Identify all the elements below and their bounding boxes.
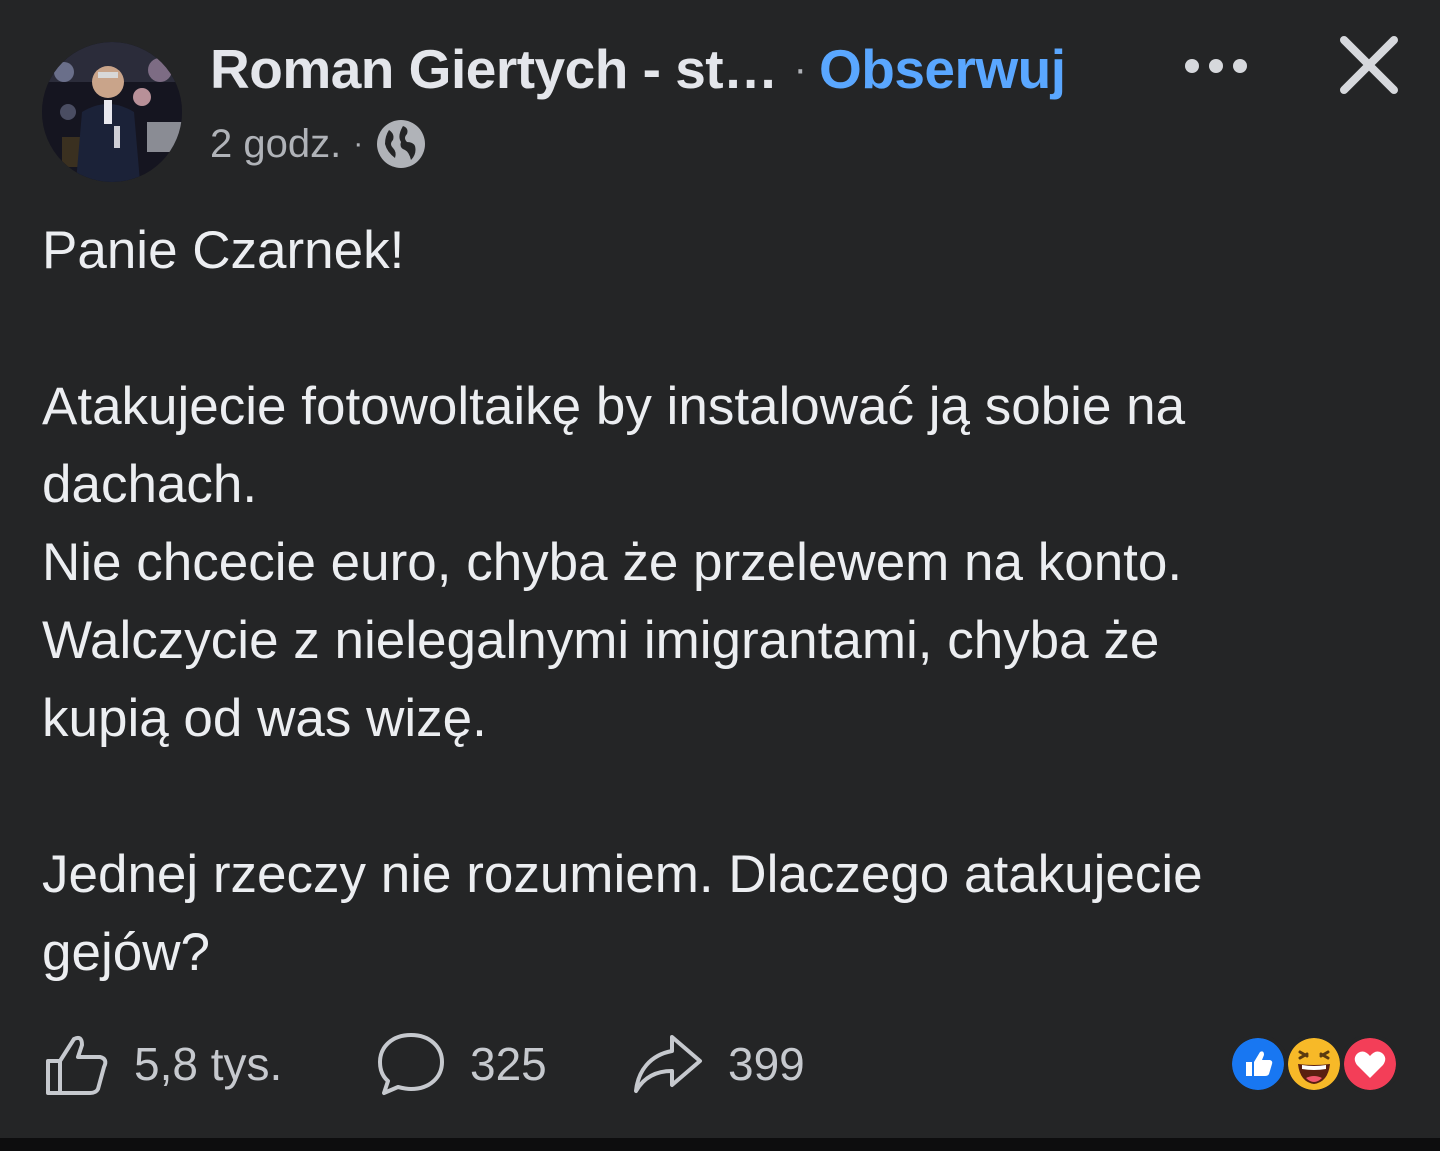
separator-dot: · (793, 46, 807, 91)
more-options-button[interactable] (1176, 44, 1256, 88)
bottom-divider (0, 1138, 1440, 1151)
comment-icon (378, 1033, 444, 1095)
comment-count: 325 (470, 1038, 547, 1090)
like-count: 5,8 tys. (134, 1038, 283, 1090)
post-line: Walczycie z nielegalnymi imigrantami, ch… (42, 611, 1160, 670)
post-line: gejów? (42, 923, 210, 982)
facebook-post: Roman Giertych - st… · Obserwuj 2 godz. … (0, 0, 1440, 1151)
close-icon (1340, 36, 1398, 94)
more-dots-icon (1233, 59, 1247, 73)
love-reaction-glyph (1344, 1038, 1396, 1090)
avatar-photo (42, 42, 182, 182)
haha-reaction-glyph (1288, 1038, 1340, 1090)
author-name[interactable]: Roman Giertych - st… (210, 37, 778, 101)
post-text: Panie Czarnek! Atakujecie fotowoltaikę b… (42, 212, 1412, 992)
post-meta: 2 godz. · (210, 118, 427, 170)
follow-button[interactable]: Obserwuj (819, 37, 1066, 101)
meta-separator: · (353, 127, 364, 160)
share-arrow-icon (634, 1035, 702, 1093)
author-row: Roman Giertych - st… · Obserwuj (210, 34, 1066, 104)
like-reaction-icon (1228, 1034, 1288, 1094)
reactions-summary[interactable] (1228, 1034, 1400, 1094)
like-reaction-glyph (1232, 1038, 1284, 1090)
post-line: Jednej rzeczy nie rozumiem. Dlaczego ata… (42, 845, 1203, 904)
share-button[interactable]: 399 (632, 1028, 805, 1100)
post-line: dachach. (42, 455, 258, 514)
close-button[interactable] (1334, 30, 1404, 100)
haha-reaction-icon (1284, 1034, 1344, 1094)
post-timestamp[interactable]: 2 godz. (210, 122, 341, 167)
post-line: Atakujecie fotowoltaikę by instalować ją… (42, 377, 1186, 436)
thumbs-up-icon (46, 1035, 108, 1095)
comment-button[interactable]: 325 (376, 1028, 547, 1100)
more-dots-icon (1185, 59, 1199, 73)
post-line: Nie chcecie euro, chyba że przelewem na … (42, 533, 1183, 592)
like-button[interactable]: 5,8 tys. (44, 1028, 282, 1100)
post-line: kupią od was wizę. (42, 689, 487, 748)
love-reaction-icon (1340, 1034, 1400, 1094)
post-line: Panie Czarnek! (42, 221, 405, 280)
share-count: 399 (728, 1038, 805, 1090)
globe-icon (377, 120, 426, 168)
more-dots-icon (1209, 59, 1223, 73)
author-avatar[interactable] (42, 42, 182, 182)
